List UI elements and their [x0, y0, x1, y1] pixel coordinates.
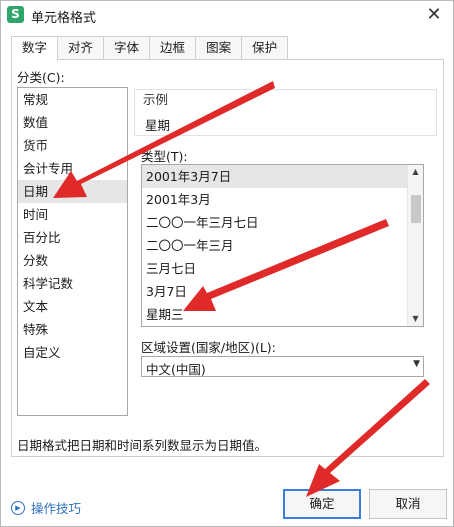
type-item[interactable]: 2001年3月7日 — [142, 165, 407, 188]
tab-bar: 数字 对齐 字体 边框 图案 保护 — [11, 36, 289, 61]
region-select[interactable]: 中文(中国) ▼ — [141, 356, 424, 377]
type-item[interactable]: 3月7日 — [142, 280, 407, 303]
category-item-custom[interactable]: 自定义 — [18, 341, 127, 364]
type-item[interactable]: 二〇〇一年三月 — [142, 234, 407, 257]
format-description: 日期格式把日期和时间系列数显示为日期值。 — [17, 438, 268, 453]
tab-pattern[interactable]: 图案 — [195, 36, 243, 60]
category-item-general[interactable]: 常规 — [18, 88, 127, 111]
category-item-special[interactable]: 特殊 — [18, 318, 127, 341]
tab-number[interactable]: 数字 — [11, 36, 59, 61]
scroll-up-arrow-icon[interactable]: ▲ — [408, 165, 423, 179]
category-item-number[interactable]: 数值 — [18, 111, 127, 134]
category-item-currency[interactable]: 货币 — [18, 134, 127, 157]
type-item[interactable]: 三月七日 — [142, 257, 407, 280]
sample-label: 示例 — [143, 92, 169, 107]
type-item[interactable]: 二〇〇一年三月七日 — [142, 211, 407, 234]
category-item-time[interactable]: 时间 — [18, 203, 127, 226]
tab-border[interactable]: 边框 — [149, 36, 197, 60]
tab-alignment[interactable]: 对齐 — [57, 36, 105, 60]
category-item-text[interactable]: 文本 — [18, 295, 127, 318]
category-label: 分类(C): — [17, 70, 65, 85]
cancel-button[interactable]: 取消 — [369, 489, 447, 519]
tab-font[interactable]: 字体 — [103, 36, 151, 60]
help-link-label: 操作技巧 — [31, 501, 82, 516]
scroll-down-arrow-icon[interactable]: ▼ — [408, 312, 423, 326]
tab-protection[interactable]: 保护 — [241, 36, 289, 60]
category-item-fraction[interactable]: 分数 — [18, 249, 127, 272]
type-item[interactable]: 星期三 — [142, 303, 407, 326]
dropdown-arrow-icon[interactable]: ▼ — [413, 359, 420, 369]
help-link[interactable]: ▶ 操作技巧 — [11, 498, 81, 517]
ok-button[interactable]: 确定 — [283, 489, 361, 519]
category-item-percentage[interactable]: 百分比 — [18, 226, 127, 249]
category-item-accounting[interactable]: 会计专用 — [18, 157, 127, 180]
sample-group-box — [134, 89, 437, 136]
play-circle-icon: ▶ — [11, 500, 25, 515]
close-button[interactable]: ✕ — [423, 4, 445, 26]
title-bar: S 单元格格式 ✕ — [1, 1, 453, 29]
dialog-title: 单元格格式 — [31, 11, 97, 26]
type-label: 类型(T): — [141, 149, 188, 164]
format-cells-dialog: S 单元格格式 ✕ 数字 对齐 字体 边框 图案 保护 分类(C): 常规 数值… — [0, 0, 454, 527]
region-select-value: 中文(中国) — [146, 362, 206, 377]
type-list[interactable]: 2001年3月7日 2001年3月 二〇〇一年三月七日 二〇〇一年三月 三月七日… — [141, 164, 424, 327]
app-logo-icon: S — [7, 6, 24, 23]
category-item-scientific[interactable]: 科学记数 — [18, 272, 127, 295]
category-list[interactable]: 常规 数值 货币 会计专用 日期 时间 百分比 分数 科学记数 文本 特殊 自定… — [17, 87, 128, 416]
type-item[interactable]: 2001年3月 — [142, 188, 407, 211]
category-item-date[interactable]: 日期 — [18, 180, 127, 203]
scroll-thumb[interactable] — [411, 195, 421, 223]
sample-value: 星期 — [145, 118, 171, 133]
type-list-scrollbar[interactable]: ▲ ▼ — [407, 165, 423, 326]
region-label: 区域设置(国家/地区)(L): — [141, 340, 276, 355]
